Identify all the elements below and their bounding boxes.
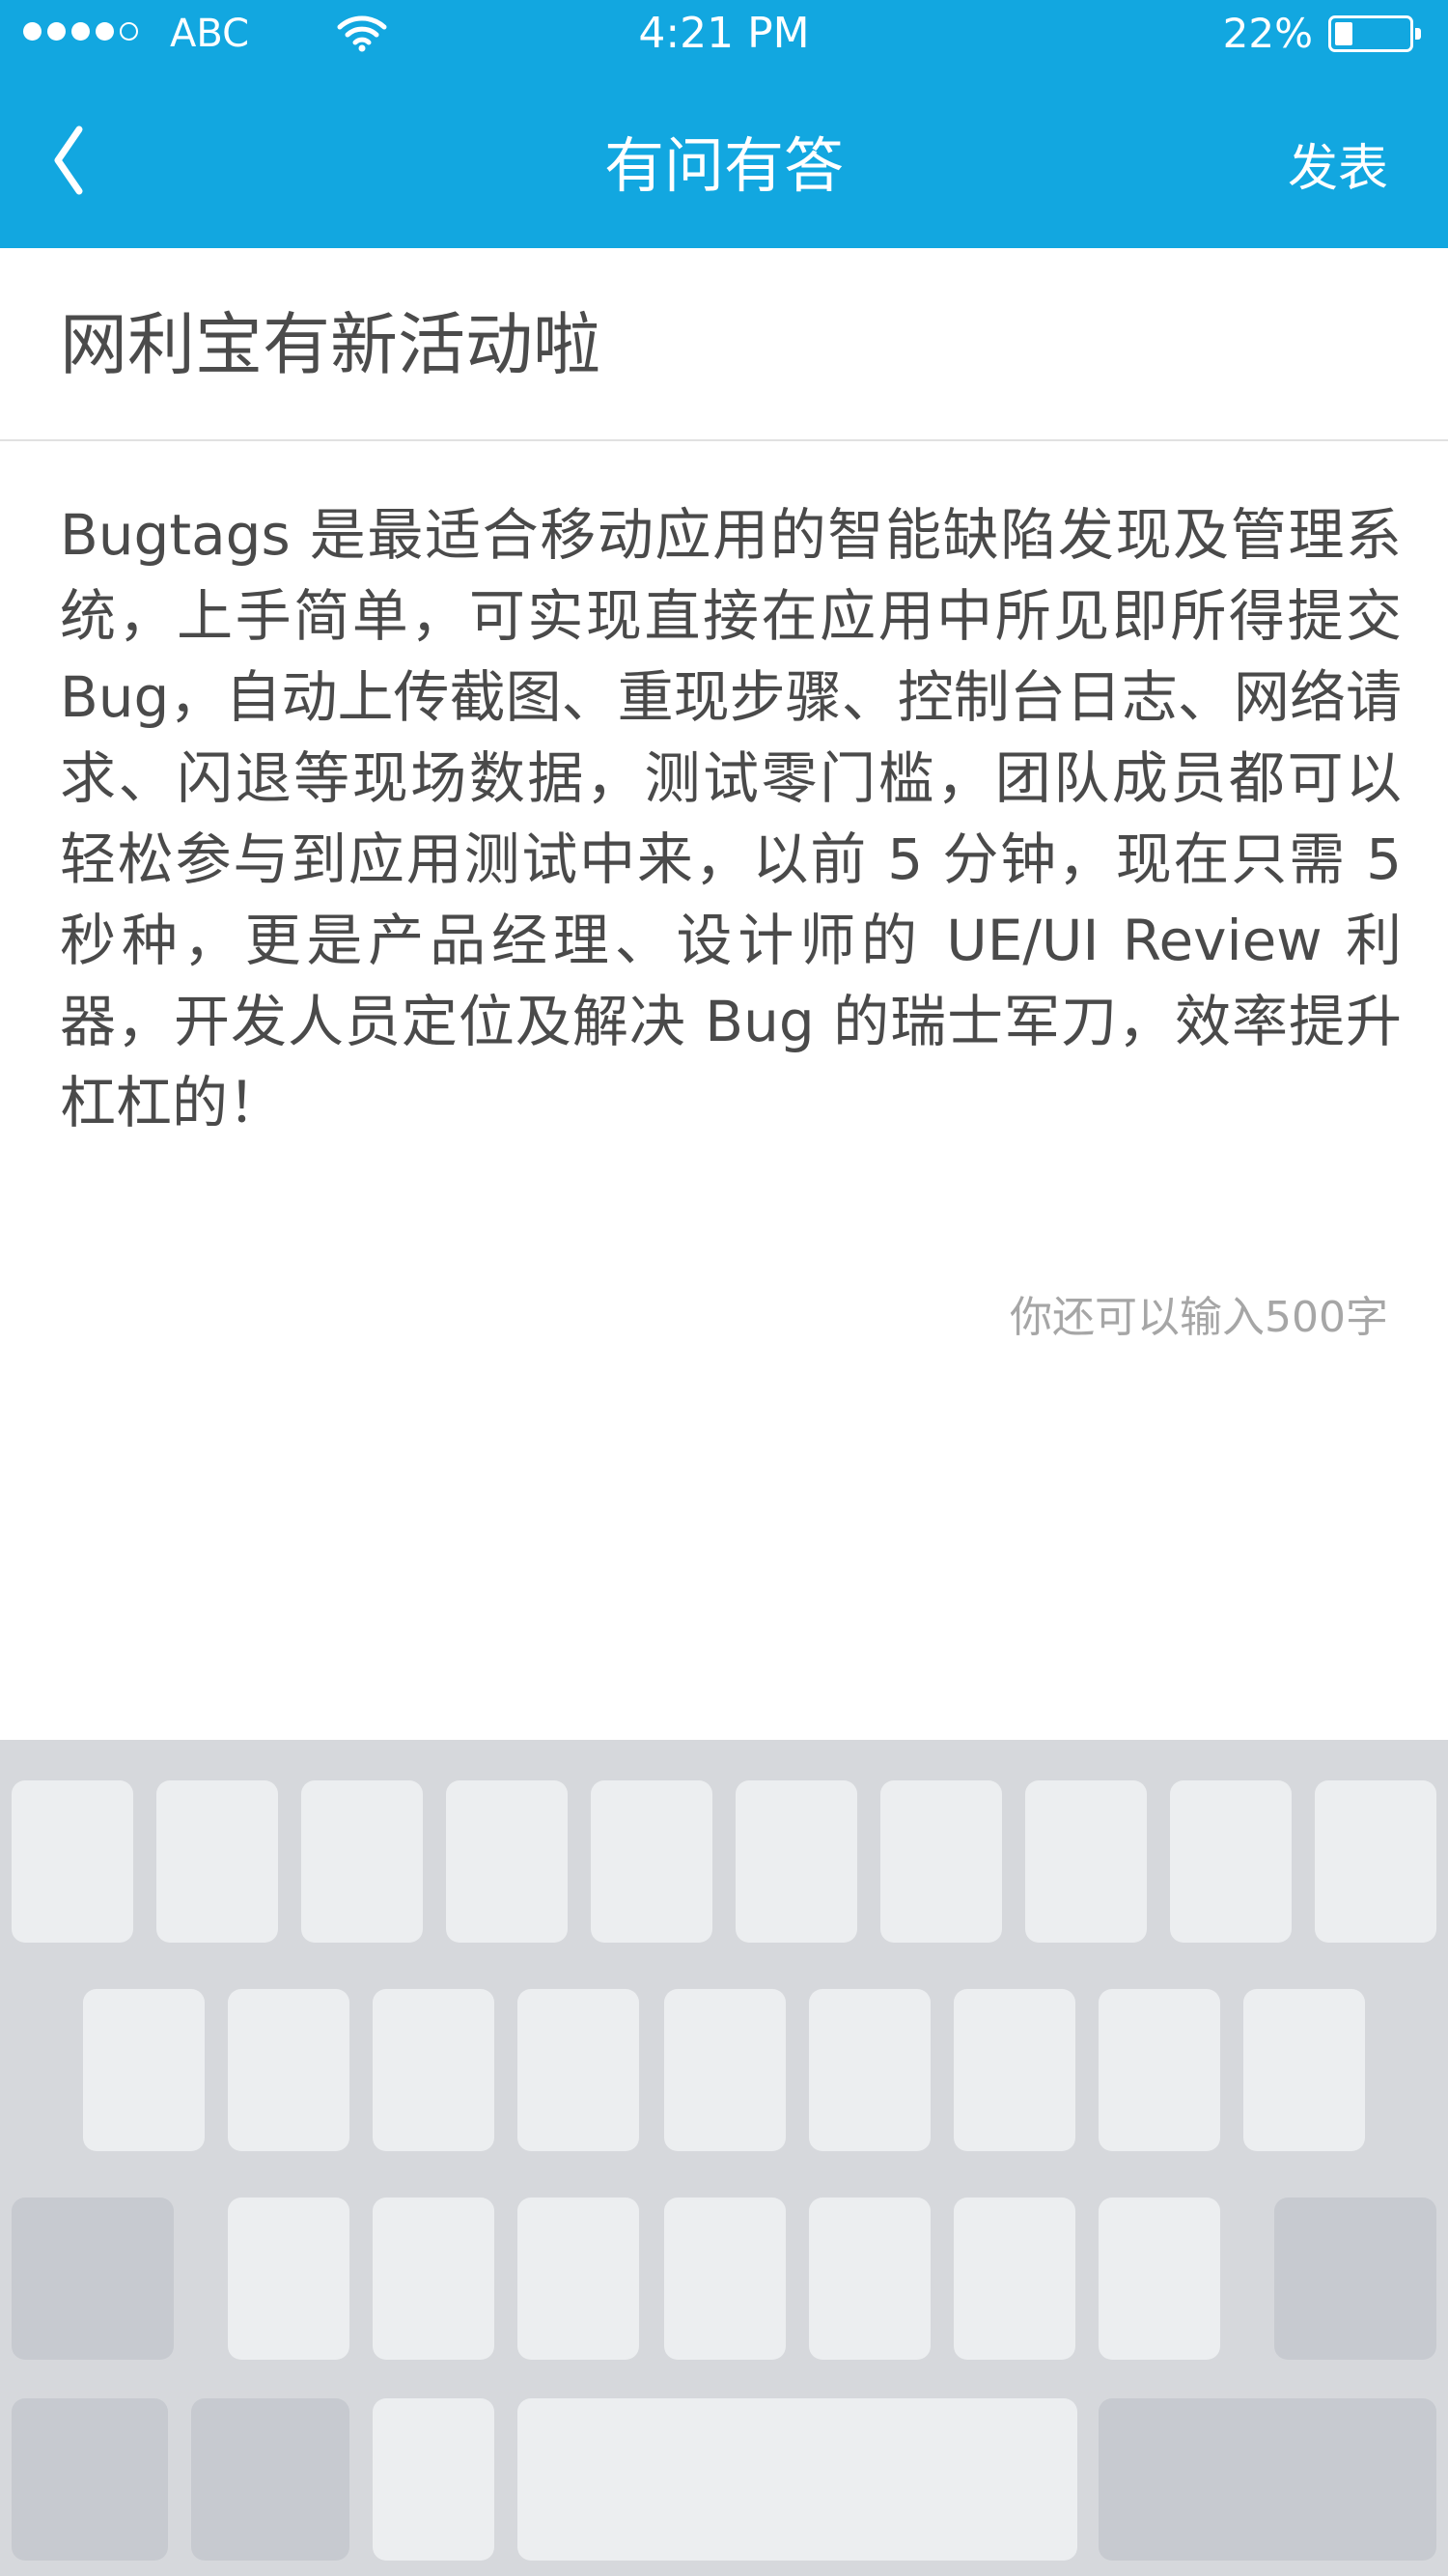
keyboard-key[interactable] xyxy=(156,1780,278,1943)
keyboard-key[interactable] xyxy=(1099,1989,1220,2151)
status-bar: ABC 4:21 PM 22% xyxy=(0,0,1448,68)
keyboard-key[interactable] xyxy=(373,2198,494,2360)
keyboard-key[interactable] xyxy=(517,2198,639,2360)
keyboard-key[interactable] xyxy=(373,1989,494,2151)
battery-tip xyxy=(1415,28,1421,40)
keyboard-key[interactable] xyxy=(954,1989,1075,2151)
keyboard-key[interactable] xyxy=(880,1780,1002,1943)
keyboard-key[interactable] xyxy=(1315,1780,1436,1943)
space-key[interactable] xyxy=(517,2398,1077,2561)
keyboard-key[interactable] xyxy=(1170,1780,1292,1943)
top-bar: ABC 4:21 PM 22% 有问有答 发表 xyxy=(0,0,1448,248)
globe-key[interactable] xyxy=(191,2398,349,2561)
keyboard-key[interactable] xyxy=(664,1989,786,2151)
keyboard-key[interactable] xyxy=(517,1989,639,2151)
delete-key[interactable] xyxy=(1274,2198,1436,2360)
keyboard-key[interactable] xyxy=(228,1989,349,2151)
keyboard-key[interactable] xyxy=(1099,2198,1220,2360)
keyboard-key[interactable] xyxy=(446,1780,568,1943)
keyboard-key[interactable] xyxy=(736,1780,857,1943)
keyboard xyxy=(0,1740,1448,2576)
remaining-character-count: 你还可以输入500字 xyxy=(1010,1293,1388,1342)
number-mode-key[interactable] xyxy=(12,2398,168,2561)
keyboard-key[interactable] xyxy=(809,2198,931,2360)
publish-button[interactable]: 发表 xyxy=(1288,135,1388,203)
battery-icon xyxy=(1328,15,1421,52)
question-title-field[interactable]: 网利宝有新活动啦 xyxy=(0,248,1448,441)
microphone-key[interactable] xyxy=(373,2398,494,2561)
keyboard-key[interactable] xyxy=(591,1780,712,1943)
battery-level-fill xyxy=(1335,22,1353,45)
keyboard-key[interactable] xyxy=(12,1780,133,1943)
page-title: 有问有答 xyxy=(603,130,844,201)
question-title-text: 网利宝有新活动啦 xyxy=(60,305,600,384)
return-key[interactable] xyxy=(1099,2398,1436,2561)
question-body-textarea[interactable]: Bugtags 是最适合移动应用的智能缺陷发现及管理系统，上手简单，可实现直接在… xyxy=(60,494,1402,1143)
keyboard-key[interactable] xyxy=(809,1989,931,2151)
keyboard-key[interactable] xyxy=(664,2198,786,2360)
keyboard-key[interactable] xyxy=(1025,1780,1147,1943)
keyboard-key[interactable] xyxy=(228,2198,349,2360)
navigation-bar: 有问有答 发表 xyxy=(0,68,1448,248)
keyboard-key[interactable] xyxy=(954,2198,1075,2360)
keyboard-key[interactable] xyxy=(1243,1989,1365,2151)
keyboard-key[interactable] xyxy=(83,1989,205,2151)
keyboard-key[interactable] xyxy=(301,1780,423,1943)
battery-percent: 22% xyxy=(1222,10,1313,57)
shift-key[interactable] xyxy=(12,2198,174,2360)
